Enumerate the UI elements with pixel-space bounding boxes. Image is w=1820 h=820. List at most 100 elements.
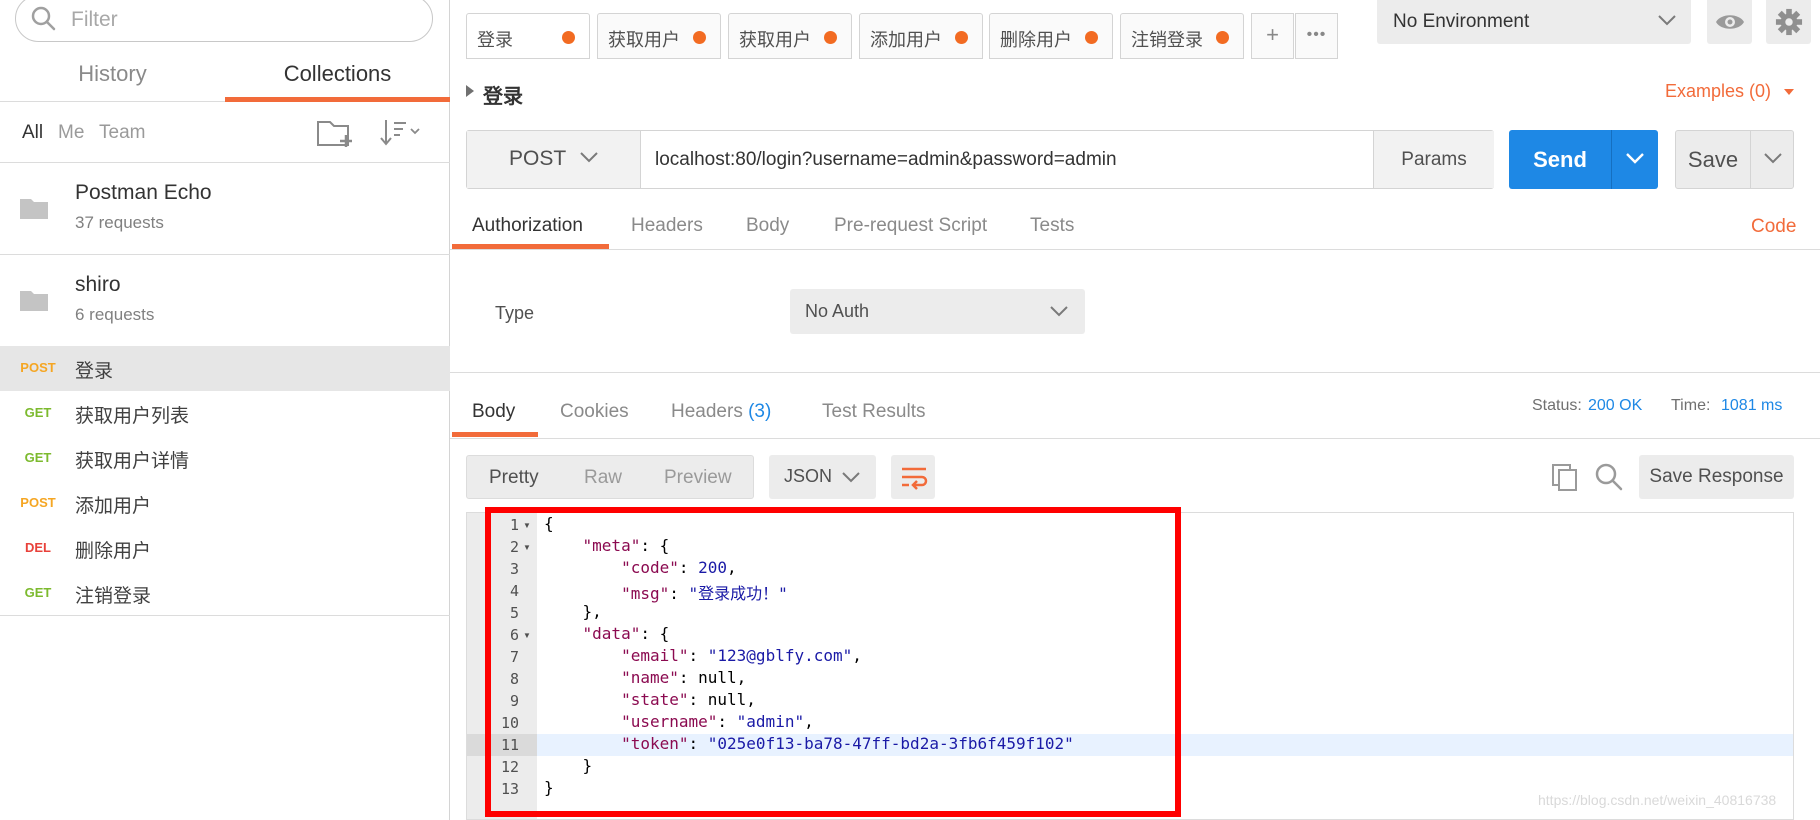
request-name: 注销登录 [75,586,152,607]
request-name: 删除用户 [75,541,152,562]
active-tab-indicator [452,244,609,249]
request-item-logout[interactable]: GET 注销登录 [0,571,450,616]
request-item-delete-user[interactable]: DEL 删除用户 [0,526,450,571]
line-number: 9 [509,692,519,710]
tab-history[interactable]: History [0,52,225,102]
save-response-button[interactable]: Save Response [1639,455,1794,499]
request-title[interactable]: 登录 [483,80,523,109]
unsaved-dot [693,31,706,44]
code-line: "name": null, [621,668,747,687]
request-tab-logout[interactable]: 注销登录 [1120,13,1244,59]
save-label: Save [1687,147,1739,172]
tab-tests[interactable]: Tests [1030,215,1074,237]
caret-right-icon[interactable] [465,84,475,98]
line-number: 12 [500,758,519,776]
method-label: POST [509,147,567,170]
new-tab-button[interactable]: + [1251,13,1294,59]
format-select[interactable]: JSON [769,455,876,499]
request-item-add-user[interactable]: POST 添加用户 [0,481,450,526]
more-tabs-button[interactable]: ••• [1295,13,1338,59]
collection-count: 6 requests [75,305,155,324]
collection-postman-echo[interactable]: Postman Echo 37 requests [0,163,450,255]
request-tabs: Authorization Headers Body Pre-request S… [450,205,1820,250]
tab-body[interactable]: Body [746,215,789,237]
request-tab-get-users[interactable]: 获取用户 [597,13,721,59]
filter-box[interactable] [15,0,433,42]
examples-dropdown[interactable]: Examples (0) [1665,81,1796,102]
tab-test-results[interactable]: Test Results [822,401,925,423]
send-options-button[interactable] [1611,130,1658,189]
view-preview[interactable]: Preview [664,467,732,489]
url-bar: POST Params [466,130,1494,189]
quick-look-button[interactable] [1707,0,1752,44]
request-name: 获取用户详情 [75,451,190,472]
code-line: } [544,778,554,797]
request-item-user-detail[interactable]: GET 获取用户详情 [0,436,450,481]
tab-response-headers[interactable]: Headers (3) [671,401,771,423]
url-input[interactable] [655,145,1355,175]
request-item-list-users[interactable]: GET 获取用户列表 [0,391,450,436]
line-number: 1 [509,516,519,534]
copy-icon[interactable] [1550,462,1580,492]
fold-toggle-icon[interactable]: ▼ [523,543,531,552]
tab-pre-request-script[interactable]: Pre-request Script [834,215,987,237]
request-tab-get-user[interactable]: 获取用户 [728,13,852,59]
sort-icon[interactable] [380,117,424,147]
filter-input[interactable] [71,6,411,34]
fold-toggle-icon[interactable]: ▼ [523,631,531,640]
tab-collections[interactable]: Collections [225,52,450,102]
request-tab-add-user[interactable]: 添加用户 [859,13,983,59]
params-button[interactable]: Params [1373,131,1494,188]
scope-me[interactable]: Me [58,122,84,144]
code-line: "email": "123@gblfy.com", [621,646,862,665]
scope-all[interactable]: All [22,122,43,144]
method-badge: POST [20,360,56,375]
response-body-viewer[interactable]: 1 ▼ {2 ▼ "meta": {3 "code": 200, 4 "msg": "登… [466,512,1794,820]
line-number: 7 [509,648,519,666]
search-icon [31,6,56,31]
headers-count: (3) [748,401,772,422]
send-button[interactable]: Send [1509,130,1658,189]
new-collection-icon[interactable] [316,117,356,149]
environment-select[interactable]: No Environment [1377,0,1691,44]
code-line: "username": "admin", [621,712,814,731]
auth-type-select[interactable]: No Auth [790,289,1085,334]
request-name: 添加用户 [75,496,152,517]
fold-toggle-icon[interactable]: ▼ [523,521,531,530]
code-line: } [544,756,593,775]
request-name: 登录 [75,361,114,382]
request-item-login[interactable]: POST 登录 [0,346,450,391]
format-label: JSON [784,466,833,486]
chevron-down-icon [1050,306,1068,317]
unsaved-dot [562,31,575,44]
scope-team[interactable]: Team [99,122,145,144]
view-raw[interactable]: Raw [584,467,622,489]
settings-button[interactable] [1766,0,1811,44]
wrap-lines-button[interactable] [891,455,935,499]
divider [0,615,450,616]
tab-label: 添加用户 [870,30,942,50]
tab-response-body[interactable]: Body [472,401,515,423]
tab-cookies[interactable]: Cookies [560,401,629,423]
tab-headers[interactable]: Headers [631,215,703,237]
save-button[interactable]: Save [1675,130,1794,189]
scrollbar[interactable] [1812,60,1820,760]
tab-authorization[interactable]: Authorization [472,215,583,237]
method-badge: POST [20,495,56,510]
request-tab-delete-user[interactable]: 删除用户 [989,13,1113,59]
code-link[interactable]: Code [1751,216,1796,238]
code-line: "msg": "登录成功！" [621,584,788,603]
line-number: 8 [509,670,519,688]
save-options-button[interactable] [1750,131,1794,188]
search-icon[interactable] [1594,462,1624,492]
active-tab-indicator [452,432,538,437]
examples-label: Examples (0) [1665,81,1772,101]
view-pretty[interactable]: Pretty [489,467,539,489]
collection-shiro[interactable]: shiro 6 requests [0,255,450,347]
chevron-down-icon [1626,153,1644,164]
method-badge: GET [24,585,52,600]
request-tab-login[interactable]: 登录 [466,13,590,59]
code-line: "token": "025e0f13-ba78-47ff-bd2a-3fb6f4… [621,734,1074,753]
auth-type-value: No Auth [805,301,870,321]
method-select[interactable]: POST [467,131,641,188]
